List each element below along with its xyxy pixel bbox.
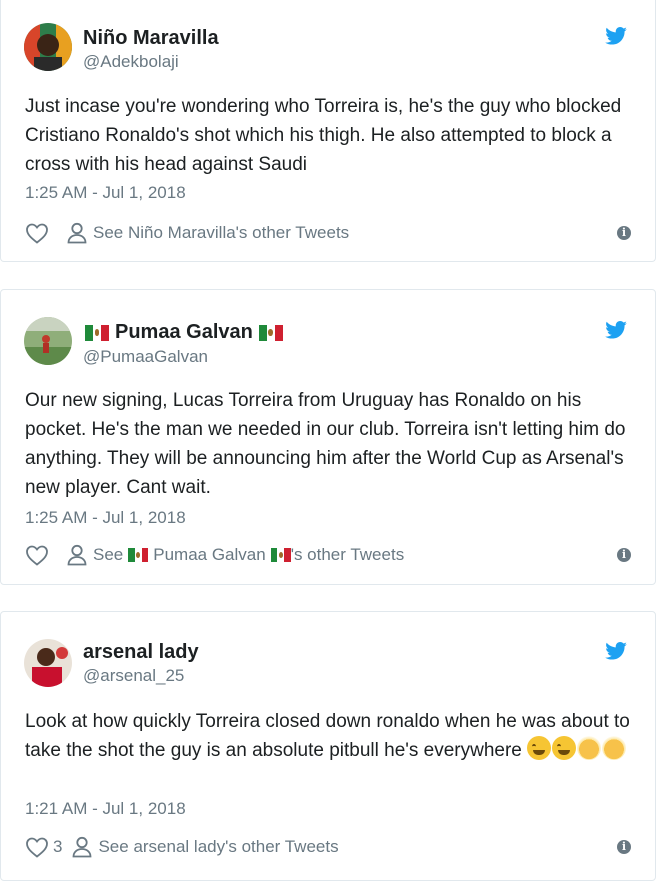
tweet-text: Our new signing, Lucas Torreira from Uru… [25,390,626,498]
info-icon[interactable]: i [617,548,631,562]
clapping-hands-emoji-icon [577,736,602,760]
tweet-card: arsenal lady @arsenal_25 Look at how qui… [0,611,656,881]
avatar[interactable] [24,317,72,365]
tweet-actions: 3 See arsenal lady's other Tweets i [25,834,631,860]
mexico-flag-icon [85,324,109,341]
twitter-bird-icon[interactable] [605,642,627,660]
mexico-flag-icon [128,548,149,562]
author-name-text: Pumaa Galvan [115,321,253,343]
info-icon[interactable]: i [617,840,631,854]
other-tweets-suffix: 's other Tweets [290,545,405,564]
see-other-tweets-link[interactable]: See arsenal lady's other Tweets [98,837,338,857]
tears-of-joy-emoji-icon [552,736,577,760]
avatar[interactable] [24,639,72,687]
see-other-tweets-link[interactable]: See Niño Maravilla's other Tweets [93,223,349,243]
person-icon [67,544,87,566]
author-handle[interactable]: @Adekbolaji [83,52,179,72]
twitter-bird-icon[interactable] [605,27,627,45]
tweet-actions: See Niño Maravilla's other Tweets i [25,220,631,246]
tweet-text: Just incase you're wondering who Torreir… [25,96,622,175]
clapping-hands-emoji-icon [602,736,627,760]
see-label: See [93,545,124,564]
author-handle[interactable]: @PumaaGalvan [83,347,208,367]
timestamp-link[interactable]: 1:25 AM - Jul 1, 2018 [25,508,186,528]
heart-icon[interactable] [25,544,49,566]
person-icon [73,836,92,858]
mexico-flag-icon [258,324,283,341]
timestamp-link[interactable]: 1:25 AM - Jul 1, 2018 [25,183,186,203]
tears-of-joy-emoji-icon [527,736,552,760]
author-name[interactable]: Niño Maravilla [83,27,219,50]
info-icon[interactable]: i [617,226,631,240]
author-name[interactable]: Pumaa Galvan [85,321,289,344]
see-other-tweets-link[interactable]: See Pumaa Galvan 's other Tweets [93,545,404,565]
author-name[interactable]: arsenal lady [83,641,199,664]
tweet-text: Look at how quickly Torreira closed down… [25,707,635,765]
timestamp-link[interactable]: 1:21 AM - Jul 1, 2018 [25,799,186,819]
tweet-card: Pumaa Galvan @PumaaGalvan Our new signin… [0,289,656,585]
person-icon [67,222,87,244]
twitter-bird-icon[interactable] [605,321,627,339]
avatar[interactable] [24,23,72,71]
like-count: 3 [53,837,63,856]
mexico-flag-icon [270,548,291,562]
heart-icon[interactable] [25,222,49,244]
tweet-actions: See Pumaa Galvan 's other Tweets i [25,542,631,568]
other-tweets-name: Pumaa Galvan [153,545,266,564]
tweet-card: Niño Maravilla @Adekbolaji Just incase y… [0,0,656,262]
heart-icon[interactable] [25,836,49,858]
author-handle[interactable]: @arsenal_25 [83,666,184,686]
